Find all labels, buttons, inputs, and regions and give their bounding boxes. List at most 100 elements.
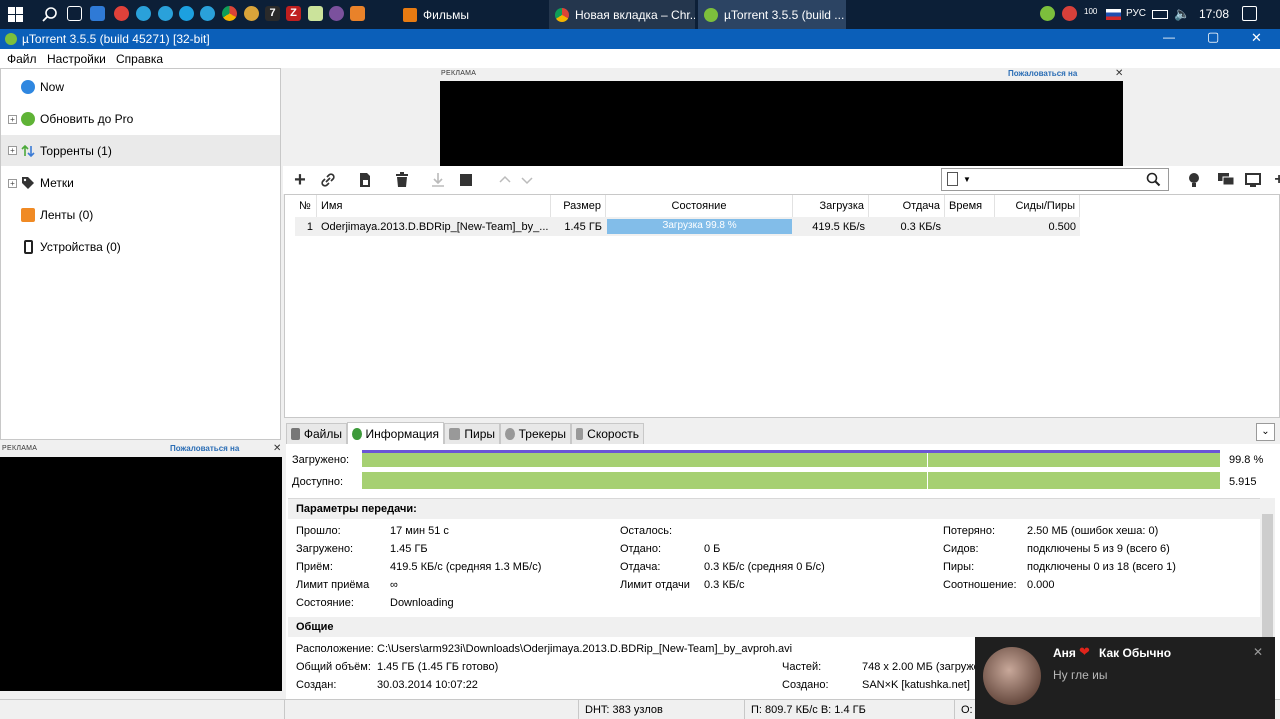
tab-speed[interactable]: Скорость xyxy=(571,423,644,444)
taskbar-task-utorrent[interactable]: µTorrent 3.5.5 (build ... xyxy=(698,0,846,29)
ad-content[interactable] xyxy=(440,81,1123,166)
7zip-icon[interactable]: 7 xyxy=(265,6,280,21)
start-download-icon[interactable] xyxy=(429,171,447,189)
search-box[interactable]: ▼ xyxy=(941,168,1169,191)
taskbar-task-chrome[interactable]: Новая вкладка – Chr... xyxy=(549,0,695,29)
tab-label: Скорость xyxy=(587,427,639,441)
menu-file[interactable]: Файл xyxy=(7,52,37,66)
column-header-number[interactable]: № xyxy=(295,195,317,217)
sidebar-item-labels[interactable]: + Метки xyxy=(1,168,280,198)
vlc-icon xyxy=(403,7,417,22)
folder-icon xyxy=(291,428,300,440)
tab-files[interactable]: Файлы xyxy=(286,423,347,444)
pinned-app-icon[interactable] xyxy=(90,6,105,21)
expand-icon[interactable]: + xyxy=(8,178,17,188)
language-indicator[interactable]: РУС xyxy=(1126,8,1146,19)
status-dht[interactable]: DHT: 383 узлов xyxy=(578,700,744,719)
pinned-app-icon[interactable] xyxy=(350,6,365,21)
battery-icon[interactable] xyxy=(1152,10,1168,19)
ad-report-link[interactable]: Пожаловаться на xyxy=(170,444,239,453)
telegram-icon[interactable] xyxy=(200,6,215,21)
vivaldi-tray-icon[interactable] xyxy=(1062,6,1077,21)
utorrent-tray-icon[interactable] xyxy=(1040,6,1055,21)
clock[interactable]: 17:08 xyxy=(1199,7,1229,21)
menu-settings[interactable]: Настройки xyxy=(47,52,106,66)
sidebar-item-devices[interactable]: Устройства (0) xyxy=(1,232,280,262)
filezilla-icon[interactable]: Z xyxy=(286,6,301,21)
search-provider-icon[interactable] xyxy=(947,172,958,186)
volume-icon[interactable]: 🔈 xyxy=(1174,6,1190,22)
menu-help[interactable]: Справка xyxy=(116,52,163,66)
piece-divider xyxy=(927,453,928,467)
move-up-icon[interactable] xyxy=(496,171,514,189)
state-value: Downloading xyxy=(390,597,454,609)
column-header-time[interactable]: Время xyxy=(945,195,995,217)
close-button[interactable]: ✕ xyxy=(1251,30,1262,46)
move-down-icon[interactable] xyxy=(518,171,536,189)
wasted-label: Потеряно: xyxy=(943,525,996,537)
sidebar-item-torrents[interactable]: + Торренты (1) xyxy=(1,135,280,166)
sidebar-item-label: Метки xyxy=(40,176,74,190)
chrome-icon[interactable] xyxy=(222,6,237,21)
vivaldi-icon[interactable] xyxy=(114,6,129,21)
pinned-app-icon[interactable] xyxy=(244,6,259,21)
ad-report-link[interactable]: Пожаловаться на xyxy=(1008,69,1077,78)
tab-info[interactable]: Информация xyxy=(347,422,444,444)
column-header-upload[interactable]: Отдача xyxy=(869,195,945,217)
chat-icon[interactable] xyxy=(1217,171,1235,189)
column-header-size[interactable]: Размер xyxy=(551,195,606,217)
start-button[interactable] xyxy=(8,7,23,22)
collapse-panel-button[interactable]: ⌄ xyxy=(1256,423,1275,441)
task-view-icon[interactable] xyxy=(67,6,82,21)
ad-close-icon[interactable]: ✕ xyxy=(273,443,281,454)
add-torrent-button[interactable]: + xyxy=(291,169,309,191)
taskbar-task-films[interactable]: Фильмы xyxy=(397,0,547,29)
receive-limit-value: ∞ xyxy=(390,579,398,591)
create-torrent-icon[interactable] xyxy=(356,171,374,189)
ad-content[interactable] xyxy=(0,457,282,691)
notification-sender-suffix: Как Обычно xyxy=(1099,646,1172,660)
menu-bar: Файл Настройки Справка xyxy=(0,49,1280,68)
notification-toast[interactable]: Аня ❤ Как Обычно Ну гле иы ✕ xyxy=(975,637,1275,719)
cell-status: Загрузка 99.8 % xyxy=(606,217,793,236)
downloaded-value: 1.45 ГБ xyxy=(390,543,428,555)
bulb-icon[interactable] xyxy=(1185,171,1203,189)
delete-icon[interactable] xyxy=(393,171,411,189)
expand-icon[interactable]: + xyxy=(8,146,17,155)
notification-center-icon[interactable] xyxy=(1242,6,1257,21)
ad-close-icon[interactable]: ✕ xyxy=(1115,68,1123,79)
maximize-button[interactable]: ▢ xyxy=(1207,29,1219,45)
preferences-icon[interactable]: + xyxy=(1270,171,1280,189)
remote-icon[interactable] xyxy=(1244,171,1262,189)
column-header-status[interactable]: Состояние xyxy=(606,195,793,217)
status-speed[interactable]: П: 809.7 КБ/с В: 1.4 ГБ xyxy=(744,700,954,719)
sidebar-item-pro[interactable]: + Обновить до Pro xyxy=(1,104,280,134)
downloaded-percent: 99.8 % xyxy=(1229,454,1264,466)
tab-peers[interactable]: Пиры xyxy=(444,423,500,444)
sidebar-item-feeds[interactable]: Ленты (0) xyxy=(1,200,280,230)
telegram-icon[interactable] xyxy=(158,6,173,21)
stop-icon[interactable] xyxy=(457,171,475,189)
sidebar-item-now[interactable]: Now xyxy=(1,72,280,102)
search-icon[interactable] xyxy=(1146,172,1161,187)
telegram-icon[interactable] xyxy=(136,6,151,21)
skype-icon[interactable] xyxy=(179,6,194,21)
total-size-value: 1.45 ГБ (1.45 ГБ готово) xyxy=(377,661,499,673)
taskbar-task-label: Фильмы xyxy=(423,7,469,22)
column-header-download[interactable]: Загрузка xyxy=(793,195,869,217)
windows-taskbar: 7 Z Фильмы Новая вкладка – Chr... µTorre… xyxy=(0,0,1280,29)
chrome-icon xyxy=(555,7,569,22)
search-icon[interactable] xyxy=(41,6,58,23)
viber-icon[interactable] xyxy=(329,6,344,21)
add-link-icon[interactable] xyxy=(319,171,337,189)
chevron-down-icon[interactable]: ▼ xyxy=(963,175,971,184)
minimize-button[interactable]: — xyxy=(1163,30,1175,44)
notepad-icon[interactable] xyxy=(308,6,323,21)
column-header-ratio[interactable]: Сиды/Пиры xyxy=(995,195,1080,217)
expand-icon[interactable]: + xyxy=(8,114,17,124)
flag-icon[interactable] xyxy=(1106,9,1121,20)
tab-trackers[interactable]: Трекеры xyxy=(500,423,571,444)
scrollbar-thumb[interactable] xyxy=(1262,514,1273,644)
column-header-name[interactable]: Имя xyxy=(317,195,551,217)
close-icon[interactable]: ✕ xyxy=(1253,645,1263,659)
